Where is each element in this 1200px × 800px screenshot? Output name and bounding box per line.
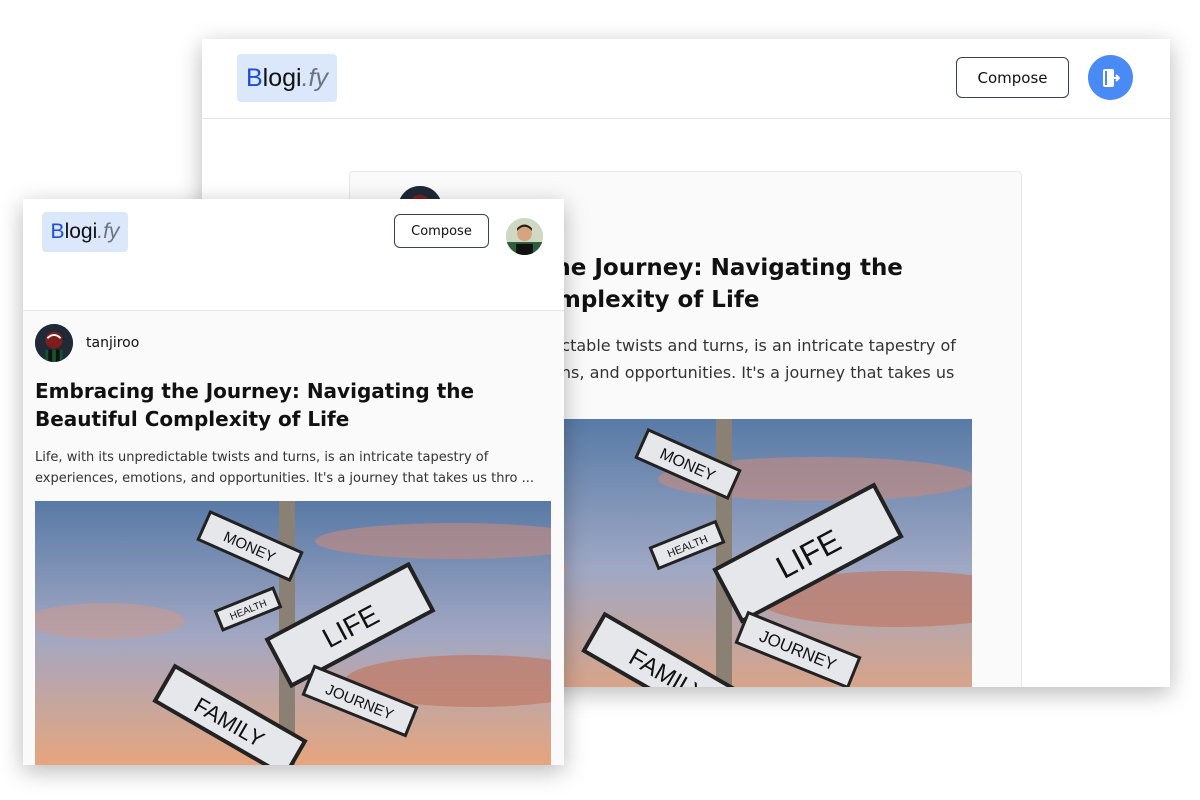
top-navbar: Blogi .fy Compose (202, 39, 1170, 119)
logout-icon (1102, 68, 1120, 87)
logo-text: logi (64, 220, 98, 243)
post-image[interactable]: MONEY HEALTH LIFE FAMILY JOURNEY (35, 501, 551, 765)
mobile-view: Blogi .fy Compose tanjiroo Embracing the… (23, 199, 564, 765)
post-card[interactable]: tanjiroo Embracing the Journey: Navigati… (23, 311, 564, 765)
post-excerpt: Life, with its unpredictable twists and … (35, 450, 535, 486)
app-logo[interactable]: Blogi .fy (42, 212, 128, 252)
app-logo[interactable]: Blogi .fy (237, 54, 337, 102)
top-navbar: Blogi .fy Compose (23, 199, 564, 267)
logo-suffix: .fy (97, 220, 120, 243)
compose-button[interactable]: Compose (956, 57, 1069, 98)
sub-bar (23, 266, 564, 311)
logo-letter: B (50, 220, 65, 243)
logo-suffix: .fy (301, 63, 328, 92)
post-title[interactable]: Embracing the Journey: Navigating the Be… (35, 377, 555, 433)
logo-text: logi (262, 63, 302, 92)
author-avatar[interactable] (35, 324, 73, 362)
compose-button[interactable]: Compose (394, 214, 489, 248)
logo-letter: B (245, 63, 263, 92)
user-avatar[interactable] (506, 218, 543, 255)
author-name[interactable]: tanjiroo (86, 335, 139, 351)
logout-button[interactable] (1088, 55, 1133, 100)
